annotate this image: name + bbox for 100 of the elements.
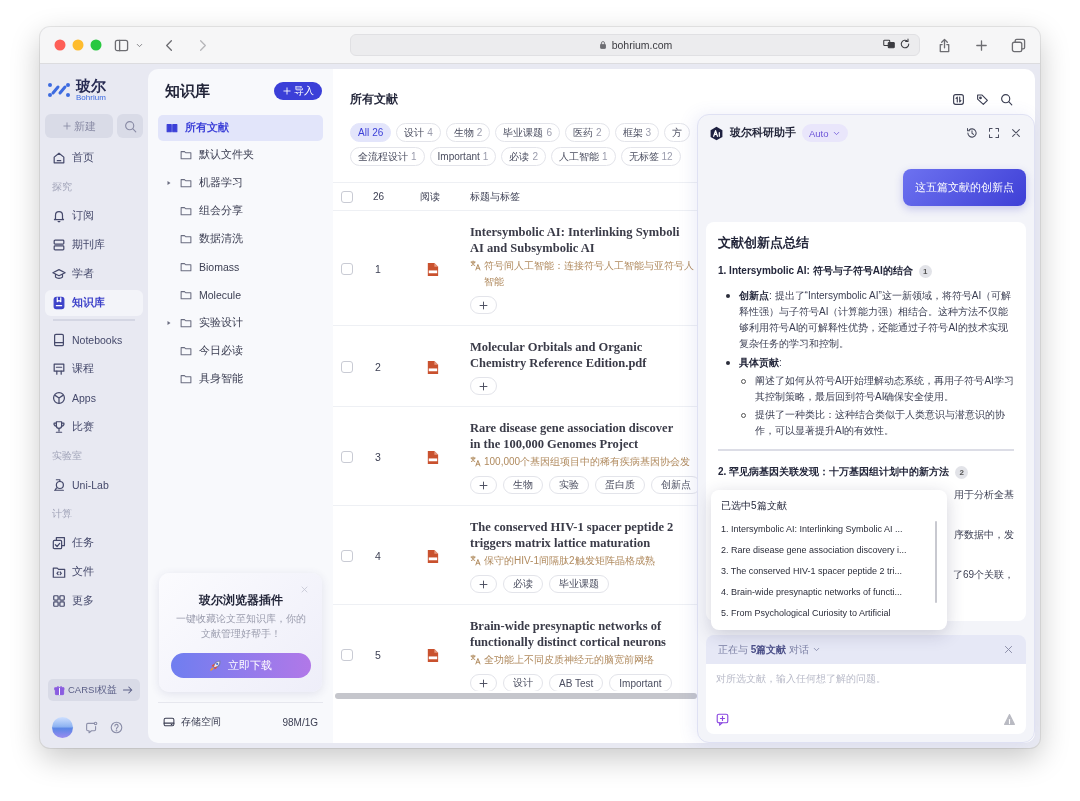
pdf-file-icon[interactable] — [425, 448, 440, 466]
share-icon[interactable] — [937, 37, 952, 53]
import-button[interactable]: 导入 — [274, 82, 322, 100]
document-item[interactable]: 4. Brain-wide presynaptic networks of functi... — [721, 582, 931, 603]
search-icon — [123, 119, 137, 133]
nav-item[interactable]: 知识库 — [45, 289, 143, 316]
search-icon[interactable] — [1000, 92, 1013, 106]
section-label: 实验室 — [51, 449, 83, 463]
document-item[interactable]: 2. Rare disease gene association discovery i... — [721, 540, 931, 561]
pdf-file-icon[interactable] — [425, 547, 440, 565]
document-title[interactable]: Intersymbolic AI: Interlinking Symboli AI and Subsymbolic AI — [470, 224, 680, 256]
nav-item[interactable]: 订阅 — [45, 202, 143, 229]
tree-item[interactable]: Molecule — [176, 282, 323, 308]
document-title[interactable]: The conserved HIV-1 spacer peptide 2 triggers matrix lattice maturation — [470, 519, 674, 551]
window-controls[interactable] — [54, 39, 102, 51]
folder-icon — [180, 261, 192, 273]
document-item[interactable]: 3. The conserved HIV-1 spacer peptide 2 tri... — [721, 561, 931, 582]
nav-item[interactable]: 比赛 — [45, 413, 143, 440]
tree-item[interactable]: 数据清洗 — [176, 226, 323, 252]
tree-item[interactable]: 具身智能 — [176, 366, 323, 392]
nav-item[interactable]: 学者 — [45, 260, 143, 287]
bullet-text: 具体贡献: — [739, 356, 782, 370]
section-heading: 1. Intersymbolic AI: 符号与子符号AI的结合 — [718, 264, 913, 278]
plus-icon — [62, 121, 72, 131]
user-message: 这五篇文献的创新点 — [903, 169, 1026, 206]
checkbox[interactable] — [341, 550, 353, 562]
filter-chip[interactable]: All 26 — [350, 123, 392, 142]
circle-icon — [52, 390, 66, 405]
history-icon[interactable] — [966, 127, 978, 139]
paragraph-text: 了69个关联， — [952, 568, 1014, 582]
feedback-icon[interactable] — [85, 721, 98, 734]
stacked-bars-icon — [52, 237, 66, 252]
column-header: 26 — [373, 191, 386, 202]
folder-icon — [180, 205, 192, 217]
checkbox[interactable] — [341, 451, 353, 463]
chevron-down-icon — [812, 645, 822, 654]
search-button[interactable] — [117, 114, 143, 138]
document-title[interactable]: Brain-wide presynaptic networks of functionally distinct cortical neurons — [470, 618, 666, 650]
checkbox[interactable] — [341, 649, 353, 661]
expand-caret-icon[interactable] — [165, 319, 173, 327]
pdf-file-icon[interactable] — [425, 358, 440, 376]
new-tab-icon[interactable] — [974, 37, 989, 53]
add-chat-icon[interactable] — [716, 713, 729, 726]
document-item[interactable]: 1. Intersymbolic AI: Interlinking Symbolic AI ... — [721, 519, 931, 540]
sidebar-icon[interactable] — [114, 37, 129, 53]
notebook-icon — [52, 332, 66, 347]
bell-icon — [52, 208, 66, 223]
tree-item[interactable]: 默认文件夹 — [176, 142, 323, 168]
context-selector[interactable]: 正在与 5篇文献 对话 — [718, 642, 822, 657]
translate-icon[interactable] — [883, 38, 895, 50]
pdf-file-icon[interactable] — [425, 646, 440, 664]
document-item[interactable]: 5. From Psychological Curiosity to Artificial — [721, 603, 931, 624]
promo-title: 玻尔浏览器插件 — [198, 593, 283, 608]
sort-icon[interactable] — [952, 92, 965, 106]
checkbox[interactable] — [341, 361, 353, 373]
carsi-button[interactable]: CARSI权益 — [48, 679, 140, 701]
nav-item[interactable]: Notebooks — [45, 326, 143, 353]
row-number: 5 — [374, 649, 382, 661]
nav-item[interactable]: 文件 — [45, 558, 143, 585]
document-title[interactable]: Rare disease gene association discover in the 100,000 Genomes Project — [470, 420, 674, 452]
tree-item[interactable]: 组会分享 — [176, 198, 323, 224]
scrollbar[interactable] — [335, 693, 697, 699]
pdf-file-icon[interactable] — [425, 260, 440, 278]
help-icon[interactable] — [110, 721, 123, 734]
nav-item[interactable]: 首页 — [45, 144, 143, 171]
tree-item[interactable]: 机器学习 — [176, 170, 323, 196]
tabs-icon[interactable] — [1011, 37, 1026, 53]
nav-item[interactable]: Apps — [45, 384, 143, 411]
checkbox[interactable] — [341, 190, 353, 203]
avatar[interactable] — [52, 717, 73, 738]
checkbox[interactable] — [341, 263, 353, 275]
fullscreen-icon[interactable] — [988, 127, 1000, 139]
tree-item[interactable]: 今日必读 — [176, 338, 323, 364]
section-label: 计算 — [51, 507, 73, 521]
address-bar[interactable]: bohrium.com — [350, 34, 920, 56]
tree-item[interactable]: Biomass — [176, 254, 323, 280]
tree-item[interactable]: 所有文献 — [158, 115, 323, 141]
row-number: 4 — [374, 550, 382, 562]
document-title[interactable]: Molecular Orbitals and Organic Chemistry Reference Edition.pdf — [470, 339, 647, 371]
nav-item[interactable]: 课程 — [45, 355, 143, 382]
citation-badge[interactable]: 2 — [955, 465, 969, 479]
tag-icon[interactable] — [976, 92, 989, 106]
assistant-logo-icon — [709, 125, 724, 141]
nav-item[interactable]: 任务 — [45, 529, 143, 556]
nav-item[interactable]: 期刊库 — [45, 231, 143, 258]
checklist-icon — [52, 535, 66, 550]
question-field[interactable]: 对所选文献，输入任何想了解的问题。 — [716, 672, 1016, 713]
input-panel[interactable]: 对所选文献，输入任何想了解的问题。 — [706, 664, 1026, 734]
reload-icon[interactable] — [899, 38, 911, 50]
nav-item[interactable]: Uni-Lab — [45, 471, 143, 498]
citation-badge[interactable]: 1 — [918, 264, 932, 278]
expand-caret-icon[interactable] — [165, 179, 173, 187]
panel-title: 玻尔科研助手 — [730, 126, 796, 140]
tree-item[interactable]: 实验设计 — [176, 310, 323, 336]
scrollbar[interactable] — [935, 521, 937, 603]
close-icon[interactable] — [1010, 127, 1022, 139]
plus-icon — [282, 86, 292, 96]
translated-title: 全功能上不同皮质神经元的脑宽前网络 — [484, 653, 654, 667]
nav-item[interactable]: 更多 — [45, 587, 143, 614]
mode-dropdown[interactable]: Auto — [802, 124, 848, 142]
